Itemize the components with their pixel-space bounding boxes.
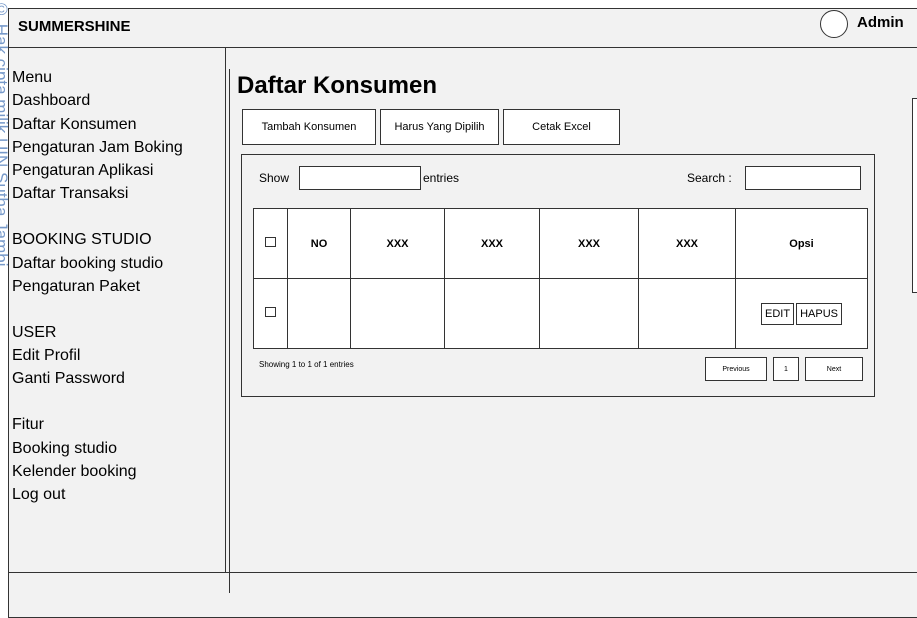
sidebar-item-pengaturan-aplikasi[interactable]: Pengaturan Aplikasi xyxy=(12,162,153,180)
sidebar-item-ganti-password[interactable]: Ganti Password xyxy=(12,370,125,388)
column-header-1: XXX xyxy=(350,208,445,279)
table-cell xyxy=(444,278,540,349)
search-input[interactable] xyxy=(745,166,861,190)
table-cell xyxy=(287,278,351,349)
column-header-options: Opsi xyxy=(735,208,868,279)
table-cell xyxy=(350,278,445,349)
delete-button[interactable]: HAPUS xyxy=(796,302,842,325)
table-row: EDIT HAPUS xyxy=(253,278,868,349)
table-info: Showing 1 to 1 of 1 entries xyxy=(259,360,354,369)
column-header-4: XXX xyxy=(638,208,736,279)
sidebar-heading-user: USER xyxy=(12,324,57,341)
row-options-cell: EDIT HAPUS xyxy=(735,278,868,349)
pagination-previous-button[interactable]: Previous xyxy=(705,357,767,381)
selected-action-button[interactable]: Harus Yang Dipilih xyxy=(380,109,499,145)
sidebar-item-daftar-booking-studio[interactable]: Daftar booking studio xyxy=(12,255,163,273)
sidebar-item-daftar-konsumen[interactable]: Daftar Konsumen xyxy=(12,116,137,134)
search-label: Search : xyxy=(687,171,732,185)
table-header-row: NO XXX XXX XXX XXX Opsi xyxy=(253,208,868,279)
column-header-no: NO xyxy=(287,208,351,279)
sidebar-item-pengaturan-paket[interactable]: Pengaturan Paket xyxy=(12,278,140,296)
row-checkbox[interactable] xyxy=(265,307,276,317)
show-label: Show xyxy=(259,171,290,185)
top-bar: SUMMERSHINE xyxy=(8,8,917,48)
footer xyxy=(8,572,917,609)
row-select-cell xyxy=(253,278,288,349)
entries-label: entries xyxy=(423,171,460,185)
sidebar-item-dashboard[interactable]: Dashboard xyxy=(12,92,90,110)
sidebar-item-log-out[interactable]: Log out xyxy=(12,486,65,504)
table-cell xyxy=(638,278,736,349)
edit-button[interactable]: EDIT xyxy=(761,302,795,325)
column-header-3: XXX xyxy=(539,208,639,279)
sidebar-item-edit-profil[interactable]: Edit Profil xyxy=(12,347,80,365)
pagination-page-button[interactable]: 1 xyxy=(773,357,799,381)
consumer-table: NO XXX XXX XXX XXX Opsi EDIT HAPUS xyxy=(253,208,868,349)
table-cell xyxy=(539,278,639,349)
add-consumer-button[interactable]: Tambah Konsumen xyxy=(242,109,376,145)
sidebar-item-pengaturan-jam-boking[interactable]: Pengaturan Jam Boking xyxy=(12,139,183,157)
user-name[interactable]: Admin xyxy=(857,14,904,31)
right-panel-edge xyxy=(912,98,917,293)
select-all-checkbox[interactable] xyxy=(265,237,276,247)
brand-title: SUMMERSHINE xyxy=(18,18,131,35)
select-all-cell xyxy=(253,208,288,279)
entries-select[interactable] xyxy=(299,166,421,190)
export-excel-button[interactable]: Cetak Excel xyxy=(503,109,620,145)
sidebar-item-booking-studio[interactable]: Booking studio xyxy=(12,440,117,458)
user-avatar-icon[interactable] xyxy=(820,10,848,38)
page-title: Daftar Konsumen xyxy=(237,72,438,99)
sidebar-heading-booking-studio: BOOKING STUDIO xyxy=(12,231,152,248)
pagination-next-button[interactable]: Next xyxy=(805,357,863,381)
column-header-2: XXX xyxy=(444,208,540,279)
sidebar-item-kelender-booking[interactable]: Kelender booking xyxy=(12,463,137,481)
sidebar-item-daftar-transaksi[interactable]: Daftar Transaksi xyxy=(12,185,128,203)
sidebar-heading-fitur: Fitur xyxy=(12,416,44,433)
